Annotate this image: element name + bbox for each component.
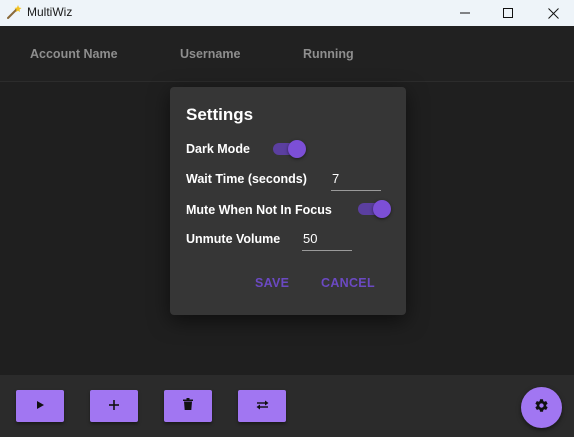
gear-icon xyxy=(534,398,549,418)
close-button[interactable] xyxy=(530,0,574,26)
bottom-toolbar xyxy=(0,375,574,437)
minimize-button[interactable] xyxy=(442,0,488,26)
swap-button[interactable] xyxy=(238,390,286,422)
maximize-button[interactable] xyxy=(485,0,531,26)
unmute-volume-label: Unmute Volume xyxy=(186,232,281,246)
dark-mode-toggle[interactable] xyxy=(273,140,307,158)
play-icon xyxy=(35,397,45,415)
accounts-table-header: Account Name Username Running xyxy=(0,26,574,82)
wait-time-input[interactable]: 7 xyxy=(331,171,381,191)
column-header-running[interactable]: Running xyxy=(303,47,354,61)
mute-focus-toggle[interactable] xyxy=(358,200,392,218)
swap-icon xyxy=(256,397,269,415)
dialog-title: Settings xyxy=(186,105,254,124)
wait-time-label: Wait Time (seconds) xyxy=(186,172,307,186)
plus-icon xyxy=(109,397,119,415)
unmute-volume-input[interactable]: 50 xyxy=(302,231,352,251)
settings-fab-button[interactable] xyxy=(521,387,562,428)
play-button[interactable] xyxy=(16,390,64,422)
dark-mode-label: Dark Mode xyxy=(186,142,250,156)
delete-account-button[interactable] xyxy=(164,390,212,422)
cancel-button[interactable]: CANCEL xyxy=(321,276,375,290)
save-button[interactable]: SAVE xyxy=(255,276,289,290)
column-header-account-name[interactable]: Account Name xyxy=(30,47,118,61)
column-header-username[interactable]: Username xyxy=(180,47,240,61)
magic-wand-icon xyxy=(6,4,22,20)
trash-icon xyxy=(183,397,193,415)
add-account-button[interactable] xyxy=(90,390,138,422)
settings-dialog: Settings Dark Mode Wait Time (seconds) 7… xyxy=(170,87,406,315)
mute-focus-label: Mute When Not In Focus xyxy=(186,203,332,217)
title-bar: MultiWiz xyxy=(0,0,574,26)
window-title: MultiWiz xyxy=(27,5,73,19)
